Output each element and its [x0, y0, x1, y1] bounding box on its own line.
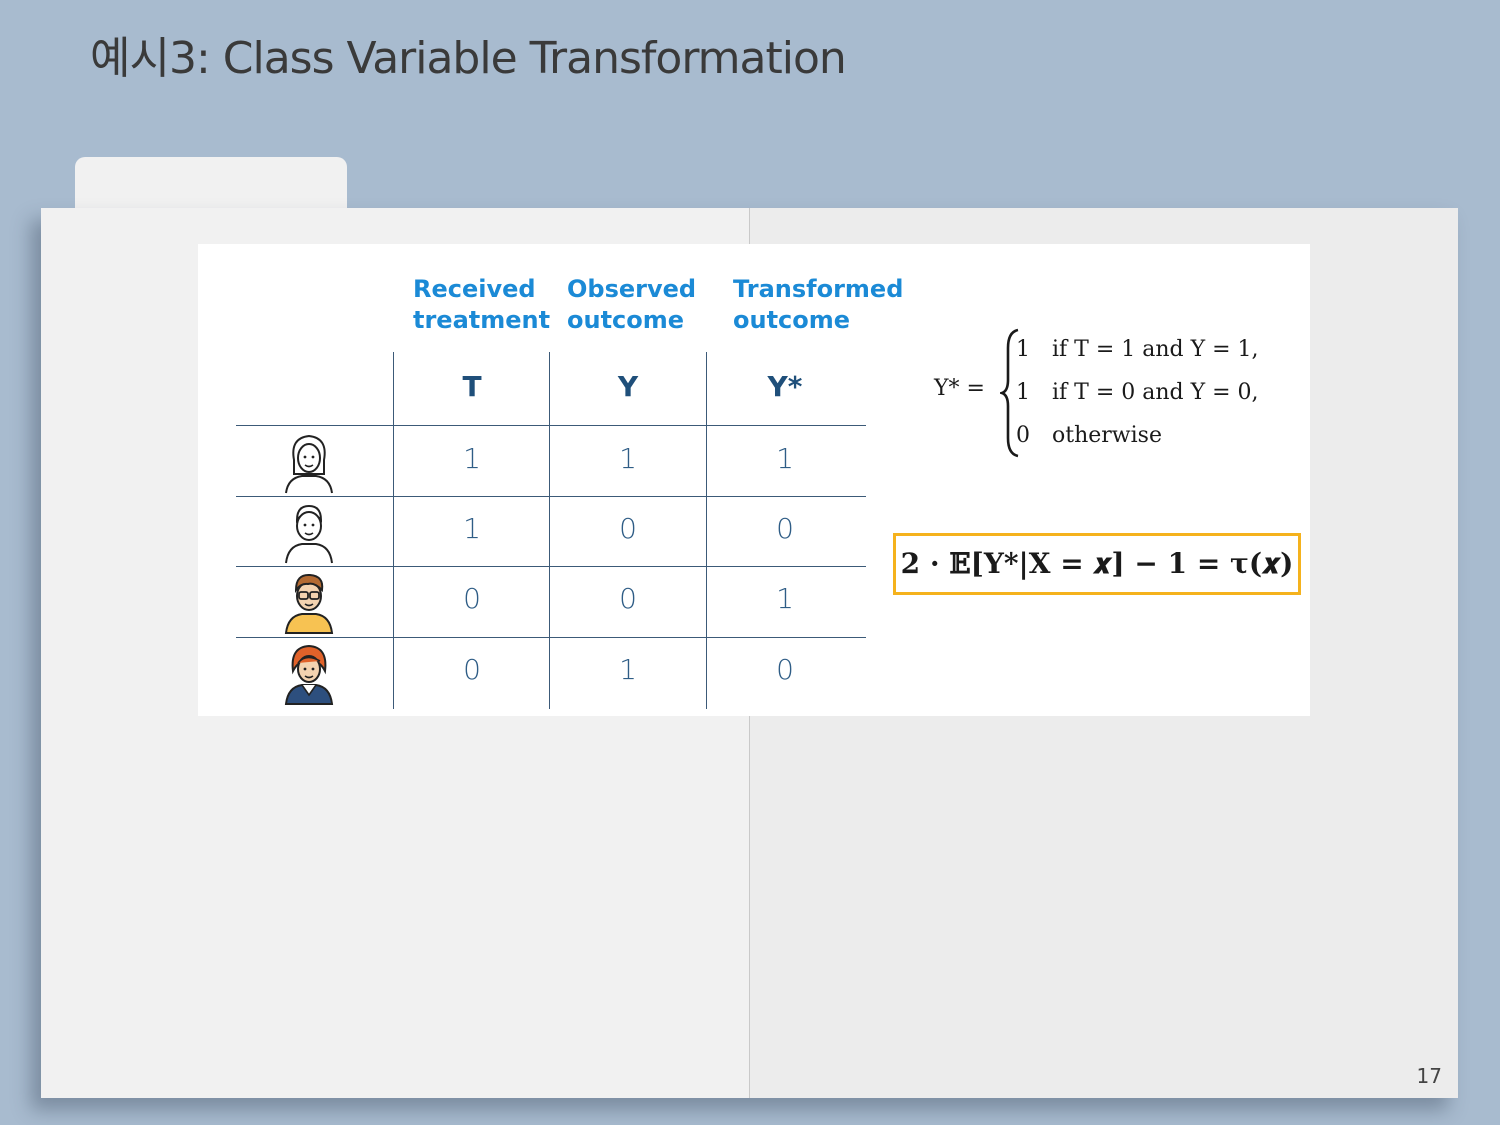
col-header-line1: Received [413, 275, 536, 303]
cell-Ystar: 0 [776, 653, 794, 686]
table-rule [236, 496, 866, 497]
col-header-line1: Observed [567, 275, 697, 303]
col-header-line2: outcome [567, 306, 685, 334]
cell-Ystar: 1 [776, 582, 794, 615]
col-header-line2: outcome [733, 306, 851, 334]
case-condition: if T = 1 and Y = 1, [1052, 337, 1259, 362]
case-condition: if T = 0 and Y = 0, [1052, 380, 1259, 405]
cell-Y: 0 [619, 582, 637, 615]
case-value: 1 [1016, 337, 1030, 362]
case-value: 1 [1016, 380, 1030, 405]
page-number: 17 [1416, 1064, 1442, 1088]
symbol-T: T [462, 370, 482, 403]
cell-Ystar: 0 [776, 512, 794, 545]
woman-outline-avatar [280, 430, 338, 494]
cell-Y: 1 [619, 653, 637, 686]
folder-panel: Received treatment Observed outcome Tran… [41, 208, 1458, 1098]
table-rule [236, 637, 866, 638]
slide-title: 예시3: Class Variable Transformation [90, 33, 847, 84]
table-rule [236, 566, 866, 567]
man-outline-avatar [280, 500, 338, 564]
table-rule [236, 425, 866, 426]
case-condition: otherwise [1052, 423, 1162, 448]
case-value: 0 [1016, 423, 1030, 448]
formula-case: 1 if T = 0 and Y = 0, [1016, 380, 1259, 405]
cell-Ystar: 1 [776, 442, 794, 475]
col-header-received-treatment: Received treatment [413, 274, 550, 336]
col-header-transformed-outcome: Transformed outcome [733, 274, 903, 336]
cell-Y: 0 [619, 512, 637, 545]
cell-T: 1 [463, 442, 481, 475]
symbol-Y: Y [617, 370, 639, 403]
cell-T: 0 [463, 582, 481, 615]
redhead-woman-avatar [280, 641, 338, 705]
formula-case: 1 if T = 1 and Y = 1, [1016, 337, 1259, 362]
formula-lhs: Y* = [934, 376, 985, 401]
col-header-line2: treatment [413, 306, 551, 334]
man-glasses-avatar [280, 570, 338, 634]
boxed-equation: 2 · 𝔼[Y*|X = 𝒙] − 1 = τ(𝒙) [893, 533, 1301, 595]
col-header-line1: Transformed [733, 275, 904, 303]
symbol-Ystar: Y* [767, 370, 803, 403]
cell-Y: 1 [619, 442, 637, 475]
col-header-observed-outcome: Observed outcome [567, 274, 696, 336]
formula-case: 0 otherwise [1016, 423, 1162, 448]
figure-panel: Received treatment Observed outcome Tran… [198, 244, 1310, 716]
cell-T: 0 [463, 653, 481, 686]
cell-T: 1 [463, 512, 481, 545]
